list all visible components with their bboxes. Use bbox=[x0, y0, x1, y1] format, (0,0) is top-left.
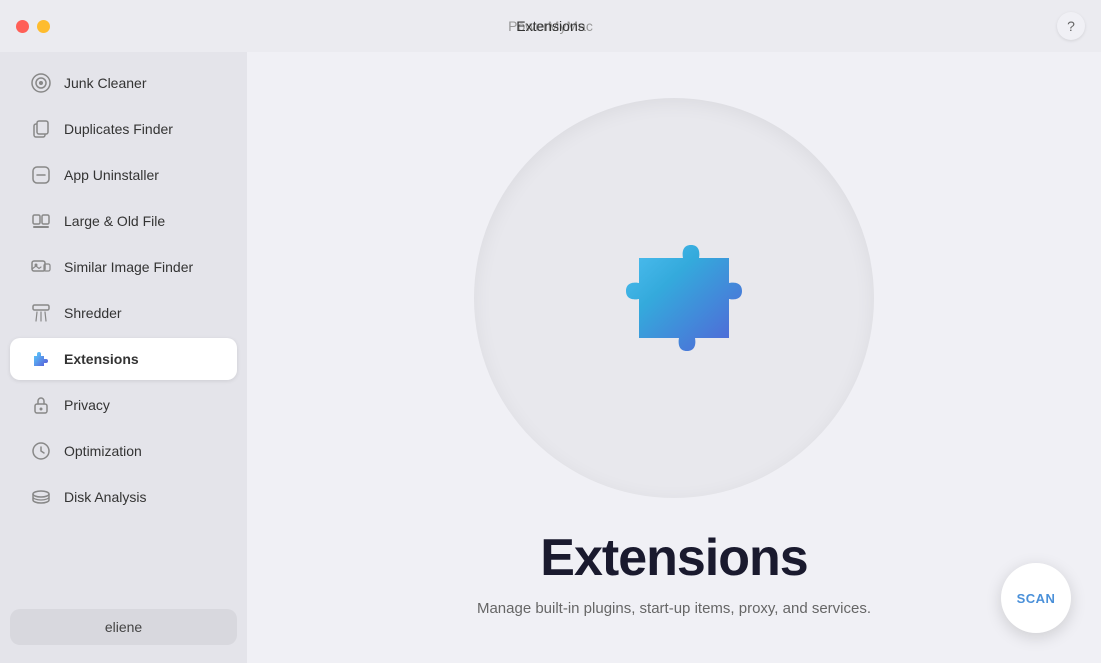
content-title: Extensions bbox=[540, 528, 807, 588]
sidebar-item-duplicates-finder-label: Duplicates Finder bbox=[64, 121, 173, 137]
header-title: Extensions bbox=[516, 18, 584, 34]
duplicates-finder-icon bbox=[30, 118, 52, 140]
large-old-file-icon bbox=[30, 210, 52, 232]
sidebar-item-optimization[interactable]: Optimization bbox=[10, 430, 237, 472]
sidebar-item-extensions-label: Extensions bbox=[64, 351, 139, 367]
help-button[interactable]: ? bbox=[1057, 12, 1085, 40]
optimization-icon bbox=[30, 440, 52, 462]
sidebar-item-privacy[interactable]: Privacy bbox=[10, 384, 237, 426]
sidebar-item-shredder[interactable]: Shredder bbox=[10, 292, 237, 334]
sidebar-item-junk-cleaner-label: Junk Cleaner bbox=[64, 75, 147, 91]
content-subtitle: Manage built-in plugins, start-up items,… bbox=[477, 600, 871, 617]
sidebar-item-large-old-file-label: Large & Old File bbox=[64, 213, 165, 229]
sidebar-item-shredder-label: Shredder bbox=[64, 305, 122, 321]
privacy-icon bbox=[30, 394, 52, 416]
scan-button[interactable]: SCAN bbox=[1001, 563, 1071, 633]
app-uninstaller-icon bbox=[30, 164, 52, 186]
shredder-icon bbox=[30, 302, 52, 324]
user-profile-name: eliene bbox=[105, 619, 142, 635]
sidebar-item-extensions[interactable]: Extensions bbox=[10, 338, 237, 380]
sidebar-item-junk-cleaner[interactable]: Junk Cleaner bbox=[10, 62, 237, 104]
sidebar-item-disk-analysis[interactable]: Disk Analysis bbox=[10, 476, 237, 518]
sidebar: Junk Cleaner Duplicates Finder App Unins… bbox=[0, 52, 247, 663]
puzzle-hero-icon bbox=[584, 208, 764, 388]
main-layout: Junk Cleaner Duplicates Finder App Unins… bbox=[0, 52, 1101, 663]
disk-analysis-icon bbox=[30, 486, 52, 508]
extensions-icon bbox=[30, 348, 52, 370]
hero-circle bbox=[474, 98, 874, 498]
minimize-button[interactable] bbox=[37, 20, 50, 33]
sidebar-item-privacy-label: Privacy bbox=[64, 397, 110, 413]
similar-image-finder-icon bbox=[30, 256, 52, 278]
sidebar-item-app-uninstaller[interactable]: App Uninstaller bbox=[10, 154, 237, 196]
close-button[interactable] bbox=[16, 20, 29, 33]
sidebar-item-optimization-label: Optimization bbox=[64, 443, 142, 459]
content-area: Extensions Manage built-in plugins, star… bbox=[247, 52, 1101, 663]
sidebar-item-duplicates-finder[interactable]: Duplicates Finder bbox=[10, 108, 237, 150]
sidebar-item-disk-analysis-label: Disk Analysis bbox=[64, 489, 146, 505]
title-bar: PowerMyMac Extensions ? bbox=[0, 0, 1101, 52]
user-profile[interactable]: eliene bbox=[10, 609, 237, 645]
sidebar-item-large-old-file[interactable]: Large & Old File bbox=[10, 200, 237, 242]
sidebar-item-similar-image-finder[interactable]: Similar Image Finder bbox=[10, 246, 237, 288]
traffic-lights bbox=[16, 20, 50, 33]
junk-cleaner-icon bbox=[30, 72, 52, 94]
sidebar-item-app-uninstaller-label: App Uninstaller bbox=[64, 167, 159, 183]
sidebar-item-similar-image-finder-label: Similar Image Finder bbox=[64, 259, 193, 275]
